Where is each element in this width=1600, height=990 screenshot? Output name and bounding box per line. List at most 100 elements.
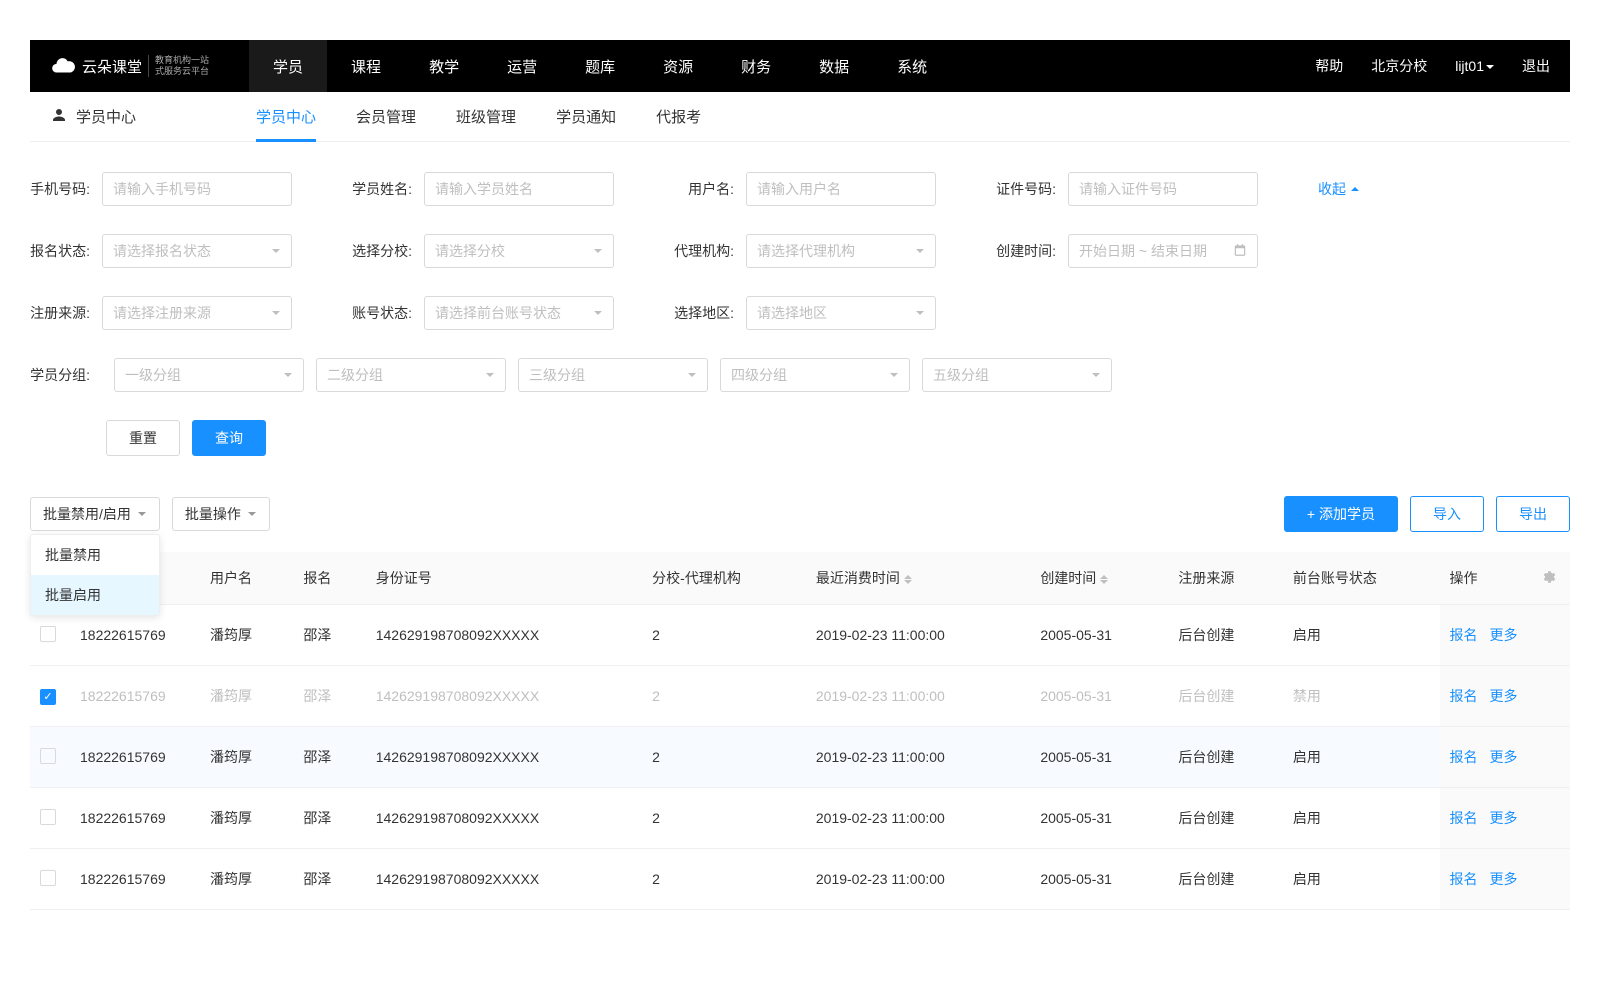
signup-link[interactable]: 报名 — [1450, 688, 1478, 704]
nav-courses[interactable]: 课程 — [327, 40, 405, 92]
more-link[interactable]: 更多 — [1490, 810, 1518, 826]
tab-proxy-exam[interactable]: 代报考 — [656, 92, 701, 142]
branch-selector[interactable]: 北京分校 — [1371, 56, 1427, 76]
cell-signup: 邵泽 — [293, 605, 365, 666]
col-username: 用户名 — [200, 552, 293, 605]
region-select[interactable]: 请选择地区 — [746, 296, 936, 330]
table-toolbar: 批量禁用/启用 批量操作 批量禁用 批量启用 + 添加学员 导入 导出 — [30, 496, 1570, 532]
cell-reg-source: 后台创建 — [1168, 849, 1283, 910]
cell-created: 2005-05-31 — [1030, 605, 1168, 666]
chevron-down-icon — [137, 506, 147, 522]
row-checkbox[interactable] — [40, 748, 56, 764]
collapse-toggle[interactable]: 收起 — [1318, 179, 1360, 199]
phone-input[interactable] — [102, 172, 292, 206]
agent-label: 代理机构: — [674, 241, 734, 261]
nav-teaching[interactable]: 教学 — [405, 40, 483, 92]
cell-idno: 142629198708092XXXXX — [366, 849, 642, 910]
calendar-icon — [1233, 243, 1247, 260]
nav-students[interactable]: 学员 — [249, 40, 327, 92]
chevron-down-icon — [593, 246, 603, 256]
agent-select[interactable]: 请选择代理机构 — [746, 234, 936, 268]
nav-system[interactable]: 系统 — [873, 40, 951, 92]
col-last-consume[interactable]: 最近消费时间 — [806, 552, 1030, 605]
signup-link[interactable]: 报名 — [1450, 627, 1478, 643]
import-button[interactable]: 导入 — [1410, 496, 1484, 532]
cell-created: 2005-05-31 — [1030, 727, 1168, 788]
row-checkbox[interactable] — [40, 689, 56, 705]
logo[interactable]: 云朵课堂 教育机构一站式服务云平台 — [50, 53, 209, 79]
signup-link[interactable]: 报名 — [1450, 810, 1478, 826]
group-level-5-select[interactable]: 五级分组 — [922, 358, 1112, 392]
tab-student-notify[interactable]: 学员通知 — [556, 92, 616, 142]
more-link[interactable]: 更多 — [1490, 871, 1518, 887]
chevron-down-icon — [915, 246, 925, 256]
cell-phone: 18222615769 — [70, 666, 200, 727]
cell-created: 2005-05-31 — [1030, 666, 1168, 727]
batch-disable-item[interactable]: 批量禁用 — [31, 535, 159, 575]
user-menu[interactable]: lijt01 — [1455, 58, 1494, 74]
more-link[interactable]: 更多 — [1490, 627, 1518, 643]
cell-username: 潘筠厚 — [200, 788, 293, 849]
more-link[interactable]: 更多 — [1490, 688, 1518, 704]
row-checkbox[interactable] — [40, 809, 56, 825]
account-status-label: 账号状态: — [352, 303, 412, 323]
more-link[interactable]: 更多 — [1490, 749, 1518, 765]
group-level-3-select[interactable]: 三级分组 — [518, 358, 708, 392]
logout-link[interactable]: 退出 — [1522, 56, 1550, 76]
idno-input[interactable] — [1068, 172, 1258, 206]
cell-signup: 邵泽 — [293, 666, 365, 727]
nav-resources[interactable]: 资源 — [639, 40, 717, 92]
batch-enable-item[interactable]: 批量启用 — [31, 575, 159, 615]
cell-branch: 2 — [642, 666, 806, 727]
branch-select[interactable]: 请选择分校 — [424, 234, 614, 268]
phone-label: 手机号码: — [30, 179, 90, 199]
group-level-4-select[interactable]: 四级分组 — [720, 358, 910, 392]
created-label: 创建时间: — [996, 241, 1056, 261]
sort-icon — [1100, 575, 1108, 584]
username-label: 用户名: — [674, 179, 734, 199]
signup-link[interactable]: 报名 — [1450, 871, 1478, 887]
row-checkbox[interactable] — [40, 870, 56, 886]
signup-status-select[interactable]: 请选择报名状态 — [102, 234, 292, 268]
cell-created: 2005-05-31 — [1030, 788, 1168, 849]
cell-phone: 18222615769 — [70, 788, 200, 849]
account-status-select[interactable]: 请选择前台账号状态 — [424, 296, 614, 330]
query-button[interactable]: 查询 — [192, 420, 266, 456]
group-level-2-select[interactable]: 二级分组 — [316, 358, 506, 392]
col-signup: 报名 — [293, 552, 365, 605]
add-student-button[interactable]: + 添加学员 — [1284, 496, 1398, 532]
row-checkbox[interactable] — [40, 626, 56, 642]
batch-operation-dropdown[interactable]: 批量操作 — [172, 497, 270, 531]
nav-finance[interactable]: 财务 — [717, 40, 795, 92]
batch-toggle-dropdown[interactable]: 批量禁用/启用 — [30, 497, 160, 531]
name-input[interactable] — [424, 172, 614, 206]
nav-data[interactable]: 数据 — [795, 40, 873, 92]
reset-button[interactable]: 重置 — [106, 420, 180, 456]
cell-branch: 2 — [642, 849, 806, 910]
cell-phone: 18222615769 — [70, 849, 200, 910]
tab-member-mgmt[interactable]: 会员管理 — [356, 92, 416, 142]
help-link[interactable]: 帮助 — [1315, 56, 1343, 76]
gear-icon[interactable] — [1540, 572, 1556, 588]
idno-label: 证件号码: — [996, 179, 1056, 199]
username-input[interactable] — [746, 172, 936, 206]
tab-student-center[interactable]: 学员中心 — [256, 92, 316, 142]
nav-question-bank[interactable]: 题库 — [561, 40, 639, 92]
cell-idno: 142629198708092XXXXX — [366, 788, 642, 849]
group-level-1-select[interactable]: 一级分组 — [114, 358, 304, 392]
created-date-range[interactable]: 开始日期 ~ 结束日期 — [1068, 234, 1258, 268]
tab-class-mgmt[interactable]: 班级管理 — [456, 92, 516, 142]
cell-reg-source: 后台创建 — [1168, 605, 1283, 666]
col-op: 操作 — [1440, 552, 1530, 605]
cell-last-consume: 2019-02-23 11:00:00 — [806, 727, 1030, 788]
table-row: 18222615769 潘筠厚 邵泽 142629198708092XXXXX … — [30, 605, 1570, 666]
cell-last-consume: 2019-02-23 11:00:00 — [806, 605, 1030, 666]
cell-account-status: 启用 — [1283, 788, 1440, 849]
col-created[interactable]: 创建时间 — [1030, 552, 1168, 605]
export-button[interactable]: 导出 — [1496, 496, 1570, 532]
cell-signup: 邵泽 — [293, 849, 365, 910]
nav-operations[interactable]: 运营 — [483, 40, 561, 92]
reg-source-select[interactable]: 请选择注册来源 — [102, 296, 292, 330]
signup-link[interactable]: 报名 — [1450, 749, 1478, 765]
top-nav: 云朵课堂 教育机构一站式服务云平台 学员 课程 教学 运营 题库 资源 财务 数… — [30, 40, 1570, 92]
